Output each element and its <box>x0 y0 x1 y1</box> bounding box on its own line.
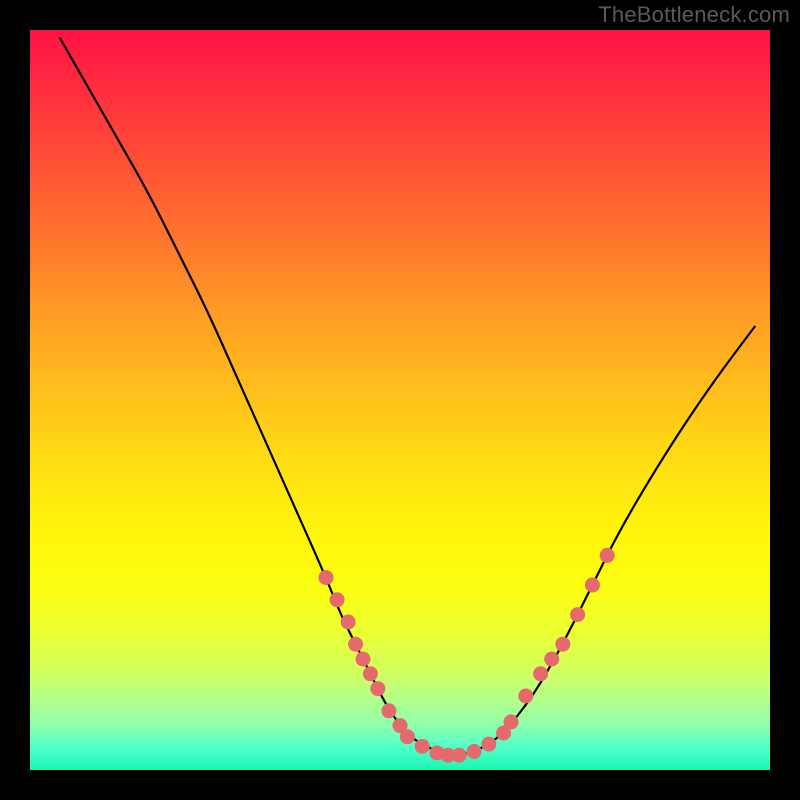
curve-marker <box>467 744 482 759</box>
watermark-text: TheBottleneck.com <box>598 2 790 28</box>
curve-marker <box>319 570 334 585</box>
curve-marker <box>600 548 615 563</box>
curve-marker <box>400 729 415 744</box>
curve-marker <box>481 737 496 752</box>
plot-area <box>30 30 770 770</box>
curve-marker <box>533 666 548 681</box>
curve-marker <box>504 714 519 729</box>
curve-marker <box>555 637 570 652</box>
curve-marker <box>330 592 345 607</box>
curve-marker <box>363 666 378 681</box>
curve-marker <box>585 578 600 593</box>
curve-marker <box>341 615 356 630</box>
curve-marker <box>415 739 430 754</box>
chart-frame: TheBottleneck.com <box>0 0 800 800</box>
curve-marker <box>370 681 385 696</box>
bottleneck-curve <box>60 37 756 755</box>
curve-marker <box>518 689 533 704</box>
curve-marker <box>356 652 371 667</box>
curve-marker <box>381 703 396 718</box>
curve-marker <box>544 652 559 667</box>
curve-marker <box>452 748 467 763</box>
curve-markers <box>319 548 615 763</box>
curve-overlay <box>30 30 770 770</box>
curve-marker <box>570 607 585 622</box>
curve-marker <box>348 637 363 652</box>
